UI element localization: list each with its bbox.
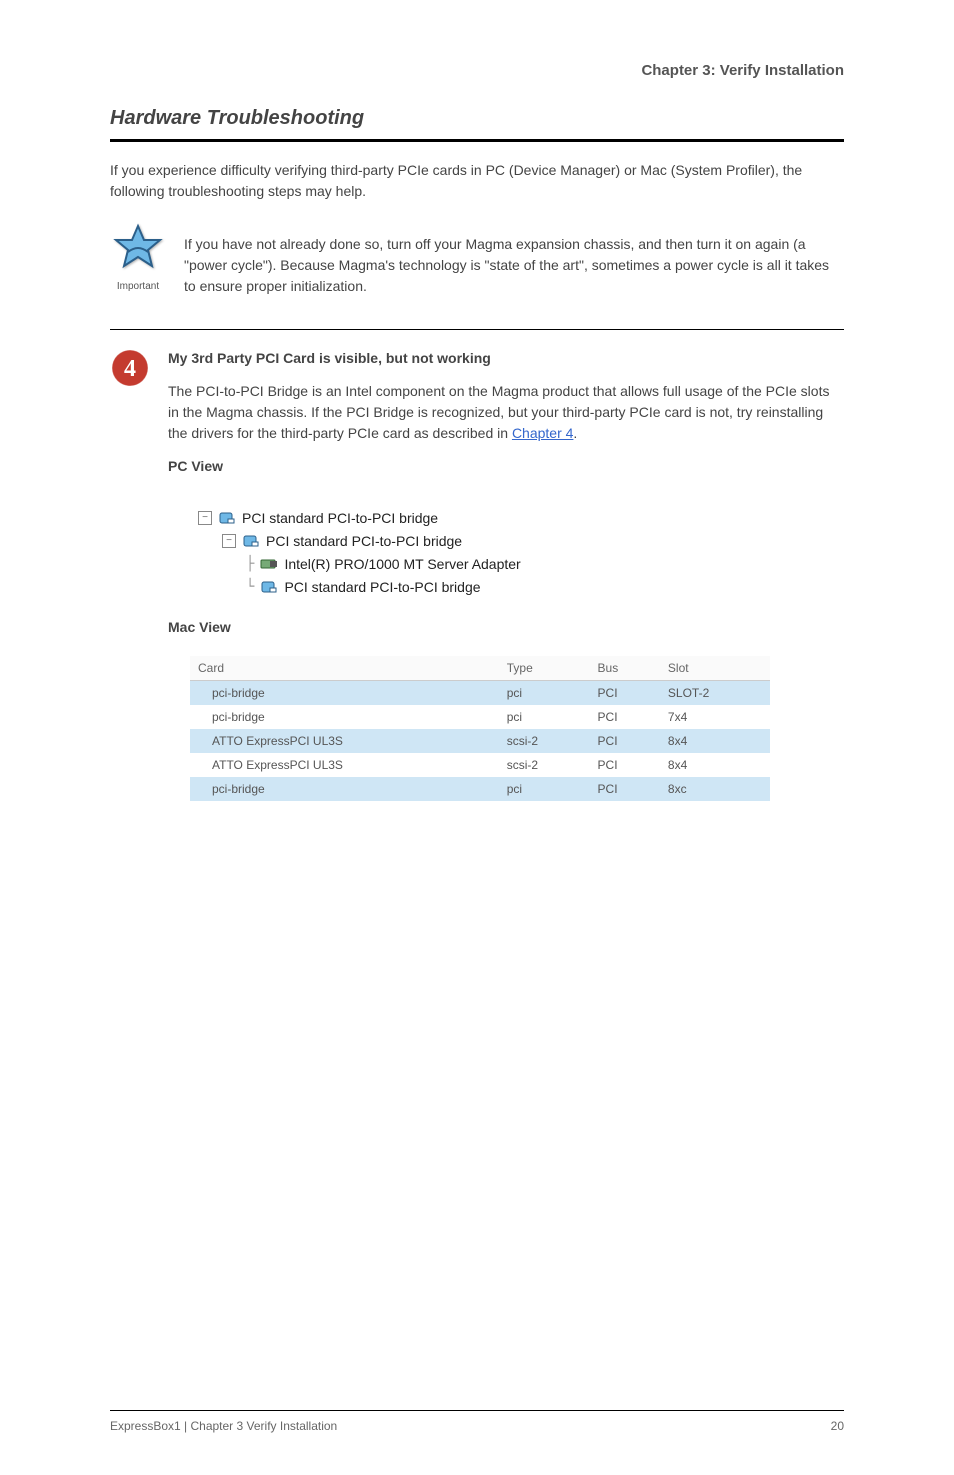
system-profiler-table: Card Type Bus Slot pci-bridgepciPCISLOT-… — [170, 656, 844, 801]
tree-collapse-icon[interactable]: − — [222, 534, 236, 548]
table-cell: PCI — [590, 777, 660, 801]
table-cell: pci — [499, 705, 590, 729]
table-cell: SLOT-2 — [660, 680, 770, 705]
important-icon: Important — [110, 222, 166, 295]
important-note: Important If you have not already done s… — [110, 222, 844, 309]
chapter-4-link[interactable]: Chapter 4 — [512, 425, 573, 441]
pc-view-label: PC View — [168, 458, 223, 474]
tree-node: PCI standard PCI-to-PCI bridge — [242, 508, 438, 529]
step-4-body: The PCI-to-PCI Bridge is an Intel compon… — [168, 381, 844, 444]
table-row[interactable]: ATTO ExpressPCI UL3Sscsi-2PCI8x4 — [190, 753, 770, 777]
mac-view-label: Mac View — [168, 619, 231, 635]
table-cell: PCI — [590, 680, 660, 705]
bridge-icon — [260, 578, 278, 596]
table-cell: scsi-2 — [499, 753, 590, 777]
intro-paragraph: If you experience difficulty verifying t… — [110, 160, 844, 202]
table-row[interactable]: pci-bridgepciPCI8xc — [190, 777, 770, 801]
footer-right: 20 — [831, 1417, 844, 1435]
table-cell: scsi-2 — [499, 729, 590, 753]
tree-node: PCI standard PCI-to-PCI bridge — [284, 577, 480, 598]
col-card: Card — [190, 656, 499, 681]
tree-node: PCI standard PCI-to-PCI bridge — [266, 531, 462, 552]
footer-left: ExpressBox1 | Chapter 3 Verify Installat… — [110, 1417, 337, 1435]
table-cell: pci — [499, 680, 590, 705]
tree-node: Intel(R) PRO/1000 MT Server Adapter — [284, 554, 520, 575]
page: Chapter 3: Verify Installation Hardware … — [0, 0, 954, 1475]
table-cell: 8x4 — [660, 753, 770, 777]
important-label: Important — [110, 279, 166, 294]
table-cell: pci-bridge — [190, 777, 499, 801]
bridge-icon — [242, 532, 260, 550]
bridge-icon — [218, 509, 236, 527]
table-cell: 7x4 — [660, 705, 770, 729]
step-4: 4 My 3rd Party PCI Card is visible, but … — [110, 348, 844, 489]
table-header-row: Card Type Bus Slot — [190, 656, 770, 681]
device-manager-tree: − PCI standard PCI-to-PCI bridge − PCI s… — [170, 507, 844, 599]
step-4-text-2: . — [573, 425, 577, 441]
table-cell: PCI — [590, 753, 660, 777]
step-4-icon: 4 — [110, 348, 150, 388]
step-4-label: My 3rd Party PCI Card is visible, but no… — [168, 350, 491, 366]
network-adapter-icon — [260, 555, 278, 573]
table-cell: pci — [499, 777, 590, 801]
table-row[interactable]: pci-bridgepciPCISLOT-2 — [190, 680, 770, 705]
table-cell: 8xc — [660, 777, 770, 801]
tree-collapse-icon[interactable]: − — [198, 511, 212, 525]
table-cell: 8x4 — [660, 729, 770, 753]
note-text: If you have not already done so, turn of… — [184, 234, 844, 297]
svg-text:4: 4 — [124, 356, 136, 382]
table-row[interactable]: ATTO ExpressPCI UL3Sscsi-2PCI8x4 — [190, 729, 770, 753]
table-cell: pci-bridge — [190, 705, 499, 729]
table-row[interactable]: pci-bridgepciPCI7x4 — [190, 705, 770, 729]
footer: ExpressBox1 | Chapter 3 Verify Installat… — [110, 1410, 844, 1435]
divider — [110, 139, 844, 142]
col-type: Type — [499, 656, 590, 681]
col-slot: Slot — [660, 656, 770, 681]
table-cell: PCI — [590, 705, 660, 729]
col-bus: Bus — [590, 656, 660, 681]
section-title: Hardware Troubleshooting — [110, 103, 844, 133]
table-cell: ATTO ExpressPCI UL3S — [190, 729, 499, 753]
table-cell: PCI — [590, 729, 660, 753]
table-cell: pci-bridge — [190, 680, 499, 705]
table-cell: ATTO ExpressPCI UL3S — [190, 753, 499, 777]
step-4-text-1: The PCI-to-PCI Bridge is an Intel compon… — [168, 383, 829, 441]
chapter-title: Chapter 3: Verify Installation — [110, 60, 844, 83]
divider — [110, 329, 844, 330]
